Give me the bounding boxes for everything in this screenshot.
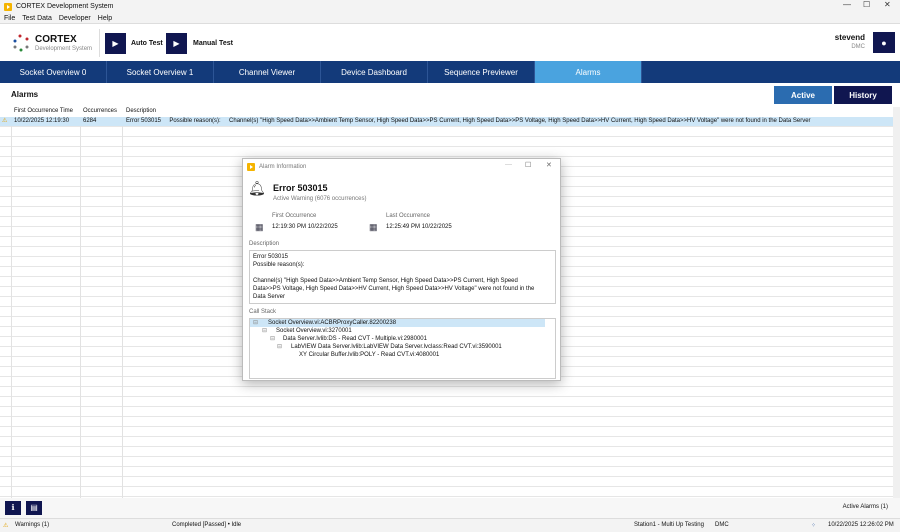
user-icon: ● xyxy=(881,37,887,48)
dialog-error-title: Error 503015 xyxy=(273,183,328,193)
minimize-button[interactable]: — xyxy=(843,0,851,9)
dialog-maximize-button[interactable]: ☐ xyxy=(525,161,531,169)
archive-button[interactable]: ▤ xyxy=(26,501,42,515)
call-stack-label: Call Stack xyxy=(249,309,277,315)
menu-file[interactable]: File xyxy=(4,15,15,22)
dialog-status: Active Warning (6076 occurrences) xyxy=(273,196,367,202)
tree-node[interactable]: Socket Overview.vi:ACBRProxyCaller.82200… xyxy=(268,320,396,326)
collapse-icon[interactable]: ⊟ xyxy=(277,343,282,350)
logo-subtitle: Development System xyxy=(35,46,93,52)
row-description: Error 503015 Possible reason(s): Channel… xyxy=(126,118,811,124)
tab-socket-overview-1[interactable]: Socket Overview 1 xyxy=(107,61,214,83)
alarm-information-dialog: Alarm Information — ☐ ✕ 🔔︎ Error 503015 … xyxy=(242,158,561,381)
play-icon: ▶ xyxy=(112,39,119,48)
collapse-icon[interactable]: ⊟ xyxy=(270,335,275,342)
dialog-title: Alarm Information xyxy=(259,163,307,170)
status-datetime: 10/22/2025 12:26:02 PM xyxy=(828,522,894,528)
header: CORTEX Development System ▶ Auto Test ▶ … xyxy=(0,25,900,61)
history-button[interactable]: History xyxy=(834,86,892,104)
collapse-icon[interactable]: ⊟ xyxy=(262,327,267,334)
user-name: stevend xyxy=(834,33,865,42)
table-header: First Occurrence Time Occurrences Descri… xyxy=(0,107,893,117)
maximize-button[interactable]: ☐ xyxy=(863,0,870,9)
cortex-logo-icon: ⁘ xyxy=(811,523,817,529)
menu-test-data[interactable]: Test Data xyxy=(22,15,52,22)
description-line: Possible reason(s): xyxy=(253,262,305,268)
cortex-logo-icon xyxy=(13,34,29,52)
tab-socket-overview-0[interactable]: Socket Overview 0 xyxy=(0,61,107,83)
description-line: Error 503015 xyxy=(253,254,289,260)
tree-node[interactable]: LabVIEW Data Server.lvlib:LabVIEW Data S… xyxy=(291,344,502,350)
window-title: CORTEX Development System xyxy=(16,3,114,10)
table-scrollbar[interactable] xyxy=(893,107,900,498)
col-description[interactable]: Description xyxy=(126,108,156,114)
col-occurrences[interactable]: Occurrences xyxy=(83,108,117,114)
dialog-close-button[interactable]: ✕ xyxy=(546,161,552,169)
description-textbox[interactable]: Error 503015 Possible reason(s): Channel… xyxy=(249,250,556,304)
calendar-clock-icon: ▦ xyxy=(369,222,378,232)
bottom-toolbar: ℹ ▤ Active Alarms (1) xyxy=(0,498,900,518)
alarms-heading: Alarms xyxy=(11,90,39,99)
last-occurrence-value: 12:25:49 PM 10/22/2025 xyxy=(386,224,452,230)
tree-node[interactable]: Socket Overview.vi:3270001 xyxy=(276,328,352,334)
first-occurrence-label: First Occurrence xyxy=(272,213,317,219)
status-bar: ⚠ Warnings (1) Completed [Passed] • Idle… xyxy=(0,518,900,532)
dialog-minimize-button[interactable]: — xyxy=(505,161,512,168)
call-stack-tree[interactable]: ⊟ Socket Overview.vi:ACBRProxyCaller.822… xyxy=(249,318,556,379)
tab-bar: Socket Overview 0 Socket Overview 1 Chan… xyxy=(0,61,900,83)
warnings-status[interactable]: Warnings (1) xyxy=(15,522,49,528)
row-occurrences: 6284 xyxy=(83,118,97,124)
bell-icon: 🔔︎ xyxy=(248,180,266,196)
table-row[interactable]: ⚠ 10/22/2025 12:19:30 6284 Error 503015 … xyxy=(0,117,893,126)
description-label: Description xyxy=(249,241,280,247)
tab-device-dashboard[interactable]: Device Dashboard xyxy=(321,61,428,83)
manual-test-label[interactable]: Manual Test xyxy=(193,40,233,47)
auto-test-button[interactable]: ▶ xyxy=(105,33,126,54)
warning-icon: ⚠ xyxy=(3,523,9,529)
title-bar: CORTEX Development System — ☐ ✕ xyxy=(0,0,900,13)
last-occurrence-label: Last Occurrence xyxy=(386,213,431,219)
user-avatar-button[interactable]: ● xyxy=(873,32,895,53)
active-button[interactable]: Active xyxy=(774,86,832,104)
menu-help[interactable]: Help xyxy=(98,15,112,22)
station-name: Station1 - Multi Up Testing xyxy=(634,522,704,528)
tab-sequence-previewer[interactable]: Sequence Previewer xyxy=(428,61,535,83)
tab-alarms[interactable]: Alarms xyxy=(535,61,642,83)
tab-channel-viewer[interactable]: Channel Viewer xyxy=(214,61,321,83)
info-icon: ℹ xyxy=(11,503,15,512)
description-line: Channel(s) "High Speed Data>>Ambient Tem… xyxy=(253,278,535,300)
first-occurrence-value: 12:19:30 PM 10/22/2025 xyxy=(272,224,338,230)
tree-node[interactable]: Data Server.lvlib:DS - Read CVT - Multip… xyxy=(283,336,427,342)
col-first-occurrence[interactable]: First Occurrence Time xyxy=(14,108,73,114)
row-time: 10/22/2025 12:19:30 xyxy=(14,118,70,124)
calendar-clock-icon: ▦ xyxy=(255,222,264,232)
app-icon xyxy=(247,162,255,171)
menu-bar: File Test Data Developer Help xyxy=(0,13,900,24)
collapse-icon[interactable]: ⊟ xyxy=(253,319,258,326)
menu-developer[interactable]: Developer xyxy=(59,15,91,22)
warning-icon: ⚠ xyxy=(2,118,8,124)
active-alarms-count: Active Alarms (1) xyxy=(842,504,888,510)
user-org: DMC xyxy=(851,44,865,50)
play-icon: ▶ xyxy=(173,39,180,48)
close-button[interactable]: ✕ xyxy=(884,0,891,9)
auto-test-label[interactable]: Auto Test xyxy=(131,40,163,47)
status-org: DMC xyxy=(715,522,729,528)
info-button[interactable]: ℹ xyxy=(5,501,21,515)
archive-icon: ▤ xyxy=(30,503,38,512)
logo-name: CORTEX xyxy=(35,34,77,45)
tree-node[interactable]: XY Circular Buffer.lvlib:POLY - Read CVT… xyxy=(299,352,439,358)
test-state: Completed [Passed] • Idle xyxy=(172,522,242,528)
app-icon xyxy=(4,2,12,11)
manual-test-button[interactable]: ▶ xyxy=(166,33,187,54)
